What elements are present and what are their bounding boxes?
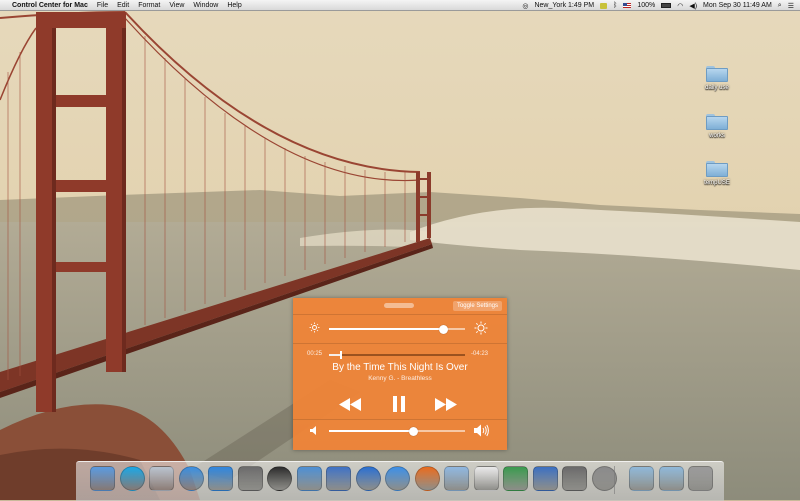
itunes-icon[interactable] [178,466,204,491]
menu-bar: Control Center for Mac File Edit Format … [0,0,800,11]
toggle-settings-button[interactable]: Toggle Settings [452,301,502,311]
brightness-slider[interactable] [329,324,465,334]
desktop-folder-label: tempUSE [704,180,730,186]
rewind-button[interactable] [338,398,362,411]
elapsed-time: 00:25 [307,351,323,357]
menu-edit[interactable]: Edit [117,2,129,9]
brightness-knob[interactable] [438,324,448,334]
track-progress-bar[interactable] [329,351,465,359]
menu-app-name[interactable]: Control Center for Mac [12,2,88,9]
desktop-folder-daily-use[interactable]: daily use [697,66,737,91]
folder-icon [706,161,728,177]
trash-icon[interactable] [688,466,713,491]
wifi-icon[interactable]: ◠ [677,2,683,10]
menu-format[interactable]: Format [138,2,160,9]
coda-icon[interactable] [503,466,528,491]
volume-high-icon [474,424,489,437]
world-clock-icon[interactable]: ◎ [522,2,528,10]
dock-separator [614,466,615,494]
song-title: By the Time This Night Is Over [332,362,468,373]
textedit-icon[interactable] [473,466,499,491]
volume-knob[interactable] [408,426,418,436]
volume-menu-icon[interactable]: ◀) [689,2,697,10]
volume-fill [329,430,414,432]
menu-view[interactable]: View [169,2,184,9]
xcode-tools-icon[interactable] [532,466,558,491]
desktop-folder-label: works [709,133,725,139]
menu-window[interactable]: Window [193,2,218,9]
world-clock-text[interactable]: New_York 1:49 PM [534,2,594,9]
system-preferences-icon[interactable] [591,466,617,491]
remaining-time: -04:23 [471,351,489,357]
volume-low-icon [310,426,316,435]
dashboard-icon[interactable] [267,466,292,491]
folder-icon [706,66,728,82]
desktop-folder-label: daily use [705,85,729,91]
google-earth-icon[interactable] [355,466,381,491]
artist-album: Kenny G. - Breathless [368,375,432,382]
app-store-icon[interactable] [208,466,233,491]
pause-button[interactable] [392,396,406,412]
track-progress-knob[interactable] [340,351,343,359]
finder-icon[interactable] [90,466,115,491]
datetime[interactable]: Mon Sep 30 11:49 AM [703,2,772,9]
skype-icon[interactable] [119,466,145,491]
flag-icon[interactable] [623,3,632,8]
panel-header: Toggle Settings [293,298,507,314]
brightness-fill [329,328,444,330]
notification-center-icon[interactable]: ☰ [788,2,794,10]
firefox-icon[interactable] [414,466,440,491]
applications-folder-icon[interactable] [629,466,654,491]
desktop-folder-works[interactable]: works [697,114,737,139]
volume-slider[interactable] [329,426,465,436]
brightness-low-icon [309,322,320,333]
drag-handle[interactable] [384,303,414,308]
downloads-folder-icon[interactable] [658,466,684,491]
fast-forward-button[interactable] [434,398,458,411]
safari-icon[interactable] [385,466,410,491]
battery-percent[interactable]: 100% [637,2,655,9]
photo-booth-icon[interactable] [237,466,263,491]
menu-file[interactable]: File [97,2,108,9]
mail-icon[interactable] [444,466,469,491]
control-center-panel: Toggle Settings 00:25 -04:23 By the Time… [293,298,507,450]
divider [293,314,507,315]
bluetooth-icon[interactable]: ᛒ [613,2,617,9]
battery-icon[interactable] [661,3,672,8]
divider [293,419,507,420]
status-icon[interactable] [600,2,608,9]
desktop-folder-tempuse[interactable]: tempUSE [697,161,737,186]
spotlight-icon[interactable]: ⌕ [778,2,782,10]
divider [293,343,507,344]
menu-help[interactable]: Help [227,2,241,9]
folder-icon [706,114,728,130]
xcode-icon[interactable] [326,466,351,491]
preview-icon[interactable] [296,466,322,491]
rocket-icon[interactable] [149,466,174,491]
brightness-high-icon [474,321,488,335]
facetime-icon[interactable] [562,466,587,491]
